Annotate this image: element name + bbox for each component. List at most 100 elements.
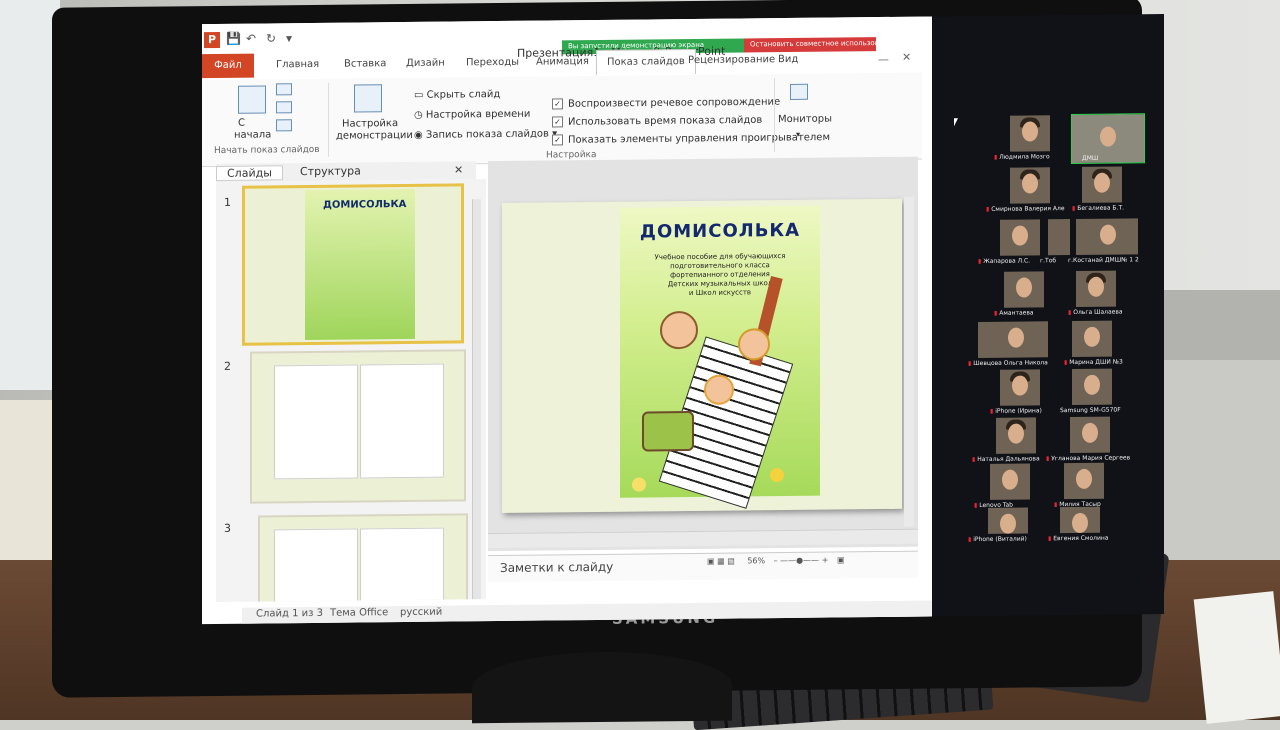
setup-show-label: демонстрации <box>336 129 413 142</box>
participant-tile[interactable] <box>990 463 1030 500</box>
slideshow-play-icon[interactable] <box>238 85 266 114</box>
zoom-slider[interactable]: – ——●—— + <box>774 556 829 566</box>
participant-name: ▮ Смирнова Валерия Але <box>986 205 1065 213</box>
participant-tile[interactable] <box>1082 166 1122 203</box>
setup-group-label: Настройка <box>546 150 597 161</box>
paper-sheet <box>1193 591 1280 724</box>
participant-tile[interactable] <box>1010 167 1050 204</box>
participant-tile[interactable] <box>1004 271 1044 308</box>
notes-pane[interactable]: Заметки к слайду <box>488 550 918 583</box>
mic-muted-icon: ▮ <box>1046 455 1050 463</box>
monitors-button[interactable]: Мониторы <box>778 114 832 126</box>
from-start-button[interactable]: С <box>238 118 245 129</box>
participant-name: г.Тоб <box>1040 257 1057 265</box>
participant-tile[interactable] <box>996 417 1036 454</box>
zoom-level[interactable]: 56% <box>747 556 765 565</box>
tab-outline[interactable]: Структура <box>290 164 371 178</box>
monitor-icon[interactable] <box>790 83 808 100</box>
slide-title: ДОМИСОЛЬКА <box>639 219 801 243</box>
tab-view[interactable]: Вид <box>778 54 798 65</box>
setup-show-icon[interactable] <box>354 84 382 113</box>
participant-tile[interactable] <box>1072 368 1112 406</box>
start-group-label: Начать показ слайдов <box>214 144 320 157</box>
slide-thumbnail-1[interactable]: ДОМИСОЛЬКА <box>242 183 464 346</box>
undo-icon[interactable]: ↶ <box>246 32 256 46</box>
participant-tile[interactable] <box>1076 218 1138 255</box>
powerpoint-icon[interactable]: P <box>204 31 220 49</box>
view-icon[interactable]: ▣ ▦ ▤ <box>707 557 735 566</box>
participant-tile[interactable] <box>1060 506 1100 534</box>
document-page <box>360 527 444 602</box>
language-indicator[interactable]: русский <box>400 607 442 618</box>
participant-name: ▮ iPhone (Ирина) <box>990 407 1042 415</box>
participant-tile[interactable] <box>1076 270 1116 307</box>
from-start-label: начала <box>234 129 272 141</box>
face-shape <box>1000 513 1016 534</box>
participant-name: ▮ Амантаева <box>994 309 1034 317</box>
fit-slide-icon[interactable]: ▣ <box>837 555 845 564</box>
from-current-icon[interactable] <box>276 83 292 96</box>
mic-muted-icon: ▮ <box>1054 501 1058 509</box>
custom-show-icon[interactable] <box>276 119 292 132</box>
ribbon-separator <box>328 82 329 157</box>
show-controls-checkbox[interactable]: ✓ Показать элементы управления проигрыват… <box>552 132 830 146</box>
participant-name: ▮ Евгения Смолина <box>1048 534 1109 543</box>
mic-muted-icon: ▮ <box>986 205 990 213</box>
redo-icon[interactable]: ↻ <box>266 31 276 45</box>
use-timings-checkbox[interactable]: ✓ Использовать время показа слайдов <box>552 114 762 128</box>
participant-tile[interactable] <box>988 507 1028 534</box>
tab-design[interactable]: Дизайн <box>406 58 445 69</box>
participant-tile[interactable] <box>1000 219 1040 256</box>
rehearse-timings-button[interactable]: ◷ Настройка времени <box>414 109 530 121</box>
close-pane-icon[interactable]: ✕ <box>454 163 463 176</box>
broadcast-icon[interactable] <box>276 101 292 114</box>
zoom-controls[interactable]: ▣ ▦ ▤ 56% – ——●—— + ▣ <box>707 555 845 565</box>
hide-slide-icon: ▭ <box>414 89 427 101</box>
play-narrations-label: Воспроизвести речевое сопровождение <box>568 96 781 110</box>
editor-horizontal-scrollbar[interactable] <box>488 528 918 549</box>
face-shape <box>1008 327 1024 348</box>
tab-home[interactable]: Главная <box>276 59 319 70</box>
face-shape <box>1022 173 1038 194</box>
record-icon: ◉ <box>414 129 426 141</box>
participant-tile[interactable] <box>1010 115 1050 152</box>
tab-transitions[interactable]: Переходы <box>466 57 519 69</box>
participant-name: ▮ Наталья Дальянова <box>972 455 1040 464</box>
participant-tile[interactable] <box>1064 462 1104 500</box>
participant-tile[interactable] <box>978 321 1048 359</box>
participant-tile[interactable] <box>1048 219 1070 256</box>
status-bar: Слайд 1 из 3 Тема Office русский <box>242 600 932 624</box>
slide-thumbnail-2[interactable] <box>250 349 466 504</box>
slide-thumbnails[interactable]: 1 ДОМИСОЛЬКА 2 3 <box>216 179 486 602</box>
record-show-button[interactable]: ◉ Запись показа слайдов ▾ <box>414 128 557 140</box>
current-slide[interactable]: ДОМИСОЛЬКА Учебное пособие для обучающих… <box>502 198 902 513</box>
chevron-down-icon[interactable]: ▾ <box>796 130 800 139</box>
tab-slides[interactable]: Слайды <box>216 165 283 181</box>
tab-review[interactable]: Рецензирование <box>688 54 775 66</box>
participant-tile[interactable] <box>1000 369 1040 406</box>
customize-icon[interactable]: ▾ <box>286 31 292 45</box>
participant-name: ▮ Угланова Мария Сергеев <box>1046 454 1131 463</box>
editor-vertical-scrollbar[interactable] <box>904 196 914 527</box>
participant-tile[interactable] <box>1070 416 1110 454</box>
face-shape <box>1016 277 1032 298</box>
thumbnails-scrollbar[interactable] <box>472 199 481 600</box>
setup-show-button[interactable]: Настройка <box>342 118 398 130</box>
participant-name: г.Костанай ДМШ№ 1 2 <box>1068 256 1139 265</box>
tab-insert[interactable]: Вставка <box>344 58 386 69</box>
participant-name: ▮ Шевцова Ольга Никола <box>968 359 1048 368</box>
play-narrations-checkbox[interactable]: ✓ Воспроизвести речевое сопровождение <box>552 96 780 110</box>
participant-name: ▮ Ольга Шалаева <box>1068 308 1123 317</box>
tab-animation[interactable]: Анимация <box>536 56 589 68</box>
save-icon[interactable]: 💾 <box>226 32 241 46</box>
thumb-title: ДОМИСОЛЬКА <box>323 198 407 211</box>
tab-slide-show[interactable]: Показ слайдов <box>596 48 696 76</box>
slide-thumbnail-3[interactable] <box>258 513 468 602</box>
child-illustration <box>704 374 734 405</box>
mic-muted-icon: ▮ <box>1072 204 1076 213</box>
hide-slide-button[interactable]: ▭ Скрыть слайд <box>414 89 500 101</box>
mouse-cursor <box>954 118 958 127</box>
mic-muted-icon: ▮ <box>1064 359 1068 367</box>
participant-tile[interactable] <box>1072 320 1112 358</box>
mic-muted-icon: ▮ <box>994 153 998 161</box>
